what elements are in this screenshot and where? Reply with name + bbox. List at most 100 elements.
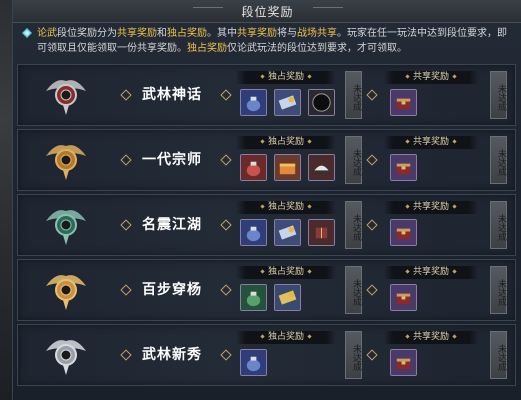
diamond-decoration-icon [366, 349, 378, 361]
tier-row: 名震江湖 独占奖励 未达成 共享奖励 未达成 [17, 194, 516, 256]
reward-item-scroll-silver-icon[interactable] [274, 219, 301, 246]
dot-icon [452, 74, 457, 79]
exclusive-reward-label: 独占奖励 [267, 267, 304, 277]
dot-icon [452, 269, 457, 274]
exclusive-status-badge: 未达成 [345, 331, 362, 379]
reward-item-chest-purple-icon[interactable] [390, 219, 417, 246]
shared-status-badge: 未达成 [490, 201, 507, 249]
tier-row: 一代宗师 独占奖励 未达成 共享奖励 未达成 [17, 129, 516, 191]
dot-icon [307, 334, 312, 339]
rank-emblem-icon [42, 201, 90, 249]
reward-item-box-red-icon[interactable] [308, 219, 335, 246]
exclusive-status-badge: 未达成 [345, 201, 362, 249]
rank-name: 武林神话 [142, 87, 202, 103]
shared-reward-header: 共享奖励 [384, 71, 478, 84]
reward-item-chest-purple-icon[interactable] [390, 349, 417, 376]
rank-emblem-icon [42, 266, 90, 314]
dot-icon [307, 204, 312, 209]
reward-item-pouch-green-icon[interactable] [240, 284, 267, 311]
diamond-decoration-icon [220, 89, 232, 101]
dot-icon [405, 269, 410, 274]
rank-name: 一代宗师 [142, 152, 202, 168]
diamond-decoration-icon [366, 284, 378, 296]
info-highlight: 独占奖励 [187, 43, 227, 54]
reward-item-pouch-red-icon[interactable] [240, 154, 267, 181]
dot-icon [260, 204, 265, 209]
tier-row: 武林神话 独占奖励 未达成 共享奖励 未达成 [17, 64, 516, 126]
exclusive-status-badge: 未达成 [345, 71, 362, 119]
shared-reward-label: 共享奖励 [412, 332, 449, 342]
dot-icon [260, 269, 265, 274]
title-decoration-right [313, 7, 343, 16]
info-description: 论武段位奖励分为共享奖励和独占奖励。其中共享奖励将与战场共享。玩家在任一玩法中达… [21, 26, 513, 60]
title-bar: 段位奖励 [13, 0, 521, 23]
diamond-decoration-icon [220, 284, 232, 296]
rank-emblem-icon [42, 71, 90, 119]
info-icon [22, 28, 32, 38]
shared-reward-label: 共享奖励 [412, 137, 449, 147]
shared-status-badge: 未达成 [490, 266, 507, 314]
info-segment: 和 [157, 28, 167, 39]
reward-item-chest-gold-icon[interactable] [274, 154, 301, 181]
dot-icon [260, 139, 265, 144]
exclusive-reward-header: 独占奖励 [236, 71, 336, 84]
rank-reward-panel: 段位奖励 论武段位奖励分为共享奖励和独占奖励。其中共享奖励将与战场共享。玩家在任… [12, 0, 521, 400]
reward-item-hat-white-icon[interactable] [308, 154, 335, 181]
info-highlight: 战场共享 [297, 28, 337, 39]
reward-item-chest-purple-icon[interactable] [390, 154, 417, 181]
shared-reward-header: 共享奖励 [384, 136, 478, 149]
diamond-decoration-icon [220, 219, 232, 231]
reward-item-chest-purple-icon[interactable] [390, 89, 417, 116]
reward-item-chest-purple-icon[interactable] [390, 284, 417, 311]
shared-status-badge: 未达成 [490, 136, 507, 184]
info-segment: 仅论武玩法的段位达到要求，才可领取。 [227, 43, 407, 54]
shared-reward-label: 共享奖励 [412, 72, 449, 82]
info-highlight: 共享奖励 [117, 28, 157, 39]
reward-item-pouch-blue-icon[interactable] [240, 89, 267, 116]
diamond-decoration-icon [120, 284, 132, 296]
diamond-decoration-icon [366, 154, 378, 166]
exclusive-reward-header: 独占奖励 [236, 136, 336, 149]
info-highlight: 共享奖励 [237, 28, 277, 39]
shared-status-badge: 未达成 [490, 71, 507, 119]
reward-item-pouch-blue-icon[interactable] [240, 219, 267, 246]
diamond-decoration-icon [366, 219, 378, 231]
dot-icon [405, 334, 410, 339]
info-segment: 段位奖励分为 [57, 28, 117, 39]
exclusive-reward-header: 独占奖励 [236, 266, 336, 279]
diamond-decoration-icon [220, 349, 232, 361]
rank-emblem-icon [42, 331, 90, 379]
dot-icon [307, 74, 312, 79]
exclusive-reward-label: 独占奖励 [267, 72, 304, 82]
shared-reward-header: 共享奖励 [384, 201, 478, 214]
tier-row: 武林新秀 独占奖励 未达成 共享奖励 未达成 [17, 324, 516, 386]
shared-reward-label: 共享奖励 [412, 202, 449, 212]
exclusive-status-badge: 未达成 [345, 266, 362, 314]
exclusive-status-badge: 未达成 [345, 136, 362, 184]
tier-row: 百步穿杨 独占奖励 未达成 共享奖励 未达成 [17, 259, 516, 321]
diamond-decoration-icon [120, 349, 132, 361]
exclusive-reward-header: 独占奖励 [236, 331, 336, 344]
rank-name: 名震江湖 [142, 217, 202, 233]
reward-item-scroll-gold-icon[interactable] [274, 284, 301, 311]
reward-item-orb-dark-icon[interactable] [308, 89, 335, 116]
dot-icon [452, 334, 457, 339]
exclusive-reward-header: 独占奖励 [236, 201, 336, 214]
info-segment: 。其中 [207, 28, 237, 39]
diamond-decoration-icon [220, 154, 232, 166]
rank-name: 百步穿杨 [142, 282, 202, 298]
shared-status-badge: 未达成 [490, 331, 507, 379]
rank-emblem-icon [42, 136, 90, 184]
reward-item-scroll-silver-icon[interactable] [274, 89, 301, 116]
shared-reward-header: 共享奖励 [384, 266, 478, 279]
info-text: 论武段位奖励分为共享奖励和独占奖励。其中共享奖励将与战场共享。玩家在任一玩法中达… [37, 26, 513, 56]
shared-reward-label: 共享奖励 [412, 267, 449, 277]
diamond-decoration-icon [120, 89, 132, 101]
info-highlight: 独占奖励 [167, 28, 207, 39]
dot-icon [452, 204, 457, 209]
dot-icon [405, 204, 410, 209]
dot-icon [405, 139, 410, 144]
exclusive-reward-label: 独占奖励 [267, 202, 304, 212]
reward-item-pouch-blue-icon[interactable] [240, 349, 267, 376]
info-highlight: 论武 [37, 28, 57, 39]
